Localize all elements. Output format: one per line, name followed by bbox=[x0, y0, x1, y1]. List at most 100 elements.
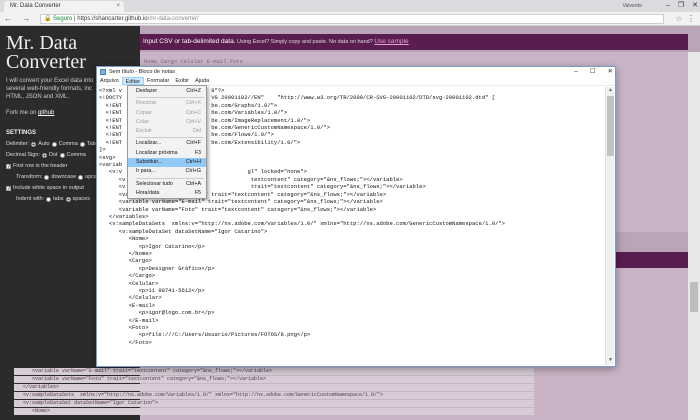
delimiter-comma-radio[interactable] bbox=[51, 141, 57, 147]
notepad-text-line: <p>Igor Catarino</p> bbox=[99, 242, 205, 250]
notepad-text-line: <Celular> bbox=[99, 279, 159, 287]
delimiter-comma-label: Comma bbox=[58, 141, 78, 147]
edit-menu-item-shortcut: F3 bbox=[194, 149, 201, 156]
transform-downcase-radio[interactable] bbox=[44, 174, 50, 180]
transform-downcase-label: downcase bbox=[51, 174, 77, 180]
tab-close-icon[interactable]: × bbox=[116, 1, 120, 12]
browser-tab[interactable]: Mr. Data Converter × bbox=[4, 1, 124, 12]
notepad-text-line: </variables> bbox=[99, 212, 149, 220]
notepad-text-line: </Cargo> bbox=[99, 272, 156, 280]
edit-menu-item-label: Copiar bbox=[136, 109, 152, 116]
edit-menu-item-shortcut: Del bbox=[193, 128, 201, 135]
menu-separator bbox=[136, 97, 204, 99]
menu-ajuda[interactable]: Ajuda bbox=[192, 77, 212, 85]
edit-menu-item-shortcut: Ctrl+X bbox=[186, 100, 201, 107]
output-code-line: <v:sampleDataSets xmlns:v="http://ns.ado… bbox=[14, 392, 534, 399]
menu-exibir[interactable]: Exibir bbox=[172, 77, 192, 85]
transform-upcase-radio[interactable] bbox=[78, 174, 84, 180]
indent-tabs-radio[interactable] bbox=[46, 196, 52, 202]
notepad-text-line: <Nome> bbox=[99, 235, 149, 243]
edit-menu-item[interactable]: Localizar próxima F3 bbox=[128, 149, 206, 158]
first-row-header-checkbox[interactable]: ✓ bbox=[6, 163, 11, 169]
notepad-text-line: <variable varName="Foto" trait="textcont… bbox=[99, 205, 377, 213]
output-code-line: </variables> bbox=[14, 384, 534, 391]
decimal-comma-radio[interactable] bbox=[59, 152, 65, 158]
close-icon[interactable]: ✕ bbox=[692, 0, 698, 12]
indent-spaces-radio[interactable] bbox=[65, 196, 71, 202]
decimal-dot-radio[interactable] bbox=[41, 152, 47, 158]
edit-menu-item: Colar Ctrl+V bbox=[128, 118, 206, 127]
edit-menu-item[interactable]: Ir para... Ctrl+G bbox=[128, 167, 206, 176]
notepad-scrollbar[interactable]: ▲ ▼ bbox=[605, 87, 614, 365]
edit-menu-item[interactable]: Localizar... Ctrl+F bbox=[128, 139, 206, 148]
edit-menu-item-shortcut: Ctrl+C bbox=[185, 109, 201, 116]
delimiter-auto-radio[interactable] bbox=[31, 141, 37, 147]
edit-menu-item-shortcut: Ctrl+F bbox=[186, 140, 201, 147]
notepad-text-line: <p>11 98741-5612</p> bbox=[99, 286, 205, 294]
edit-menu-item[interactable]: Desfazer Ctrl+Z bbox=[128, 87, 206, 96]
tab-title: Mr. Data Converter bbox=[10, 3, 61, 9]
scroll-up-icon[interactable]: ▲ bbox=[606, 87, 615, 95]
menu-editar[interactable]: Editar bbox=[121, 77, 145, 85]
url-host: https://shancarter.github.io bbox=[77, 16, 148, 22]
include-whitespace-label: Include white space in output bbox=[13, 185, 84, 191]
use-sample-link[interactable]: Use sample bbox=[374, 38, 408, 45]
delimiter-auto-label: Auto bbox=[38, 141, 50, 147]
menu-formatar[interactable]: Formatar bbox=[144, 77, 172, 85]
profile-name[interactable]: Valverde bbox=[623, 1, 642, 11]
edit-menu-item-shortcut: Ctrl+A bbox=[186, 180, 201, 187]
minimize-icon[interactable]: – bbox=[666, 0, 670, 12]
edit-menu-item-label: Ir para... bbox=[136, 168, 156, 175]
github-link[interactable]: github bbox=[38, 110, 54, 116]
delimiter-tab-radio[interactable] bbox=[79, 141, 85, 147]
url-field[interactable]: 🔒 Seguro | https://shancarter.github.io/… bbox=[40, 14, 664, 24]
edit-menu-item[interactable]: Substituir... Ctrl+H bbox=[128, 158, 206, 168]
notepad-close-icon[interactable]: ✕ bbox=[608, 67, 613, 77]
input-header: Input CSV or tab-delimited data. Using E… bbox=[140, 34, 688, 50]
decimal-comma-label: Comma bbox=[66, 152, 86, 158]
output-code: <variable varName="E-mail" trait="textco… bbox=[14, 368, 534, 416]
fork-prefix: Fork me on bbox=[6, 110, 39, 116]
notepad-title: Sem título - Bloco de notas bbox=[109, 69, 176, 75]
indent-tabs-label: tabs bbox=[53, 196, 64, 202]
output-code-line: <variable varName="Foto" trait="textcont… bbox=[14, 376, 534, 383]
notepad-text-line: <Foto> bbox=[99, 324, 149, 331]
edit-dropdown-menu: Desfazer Ctrl+Z Recortar Ctrl+X Copiar Ctrl+C… bbox=[127, 85, 207, 199]
notepad-text-line: <p>Designer Gráfico</p> bbox=[99, 264, 215, 272]
window-controls: – ❐ ✕ bbox=[666, 0, 698, 12]
transform-label: Transform: bbox=[16, 174, 43, 180]
page-scroll-thumb[interactable] bbox=[690, 282, 698, 312]
edit-menu-item-shortcut: Ctrl+H bbox=[185, 159, 201, 166]
decimal-dot-label: Dot bbox=[48, 152, 58, 158]
notepad-text-line: </E-mail> bbox=[99, 316, 159, 324]
decimal-label: Decimal Sign: bbox=[6, 152, 40, 158]
edit-menu-item-shortcut: Ctrl+Z bbox=[186, 88, 201, 94]
edit-menu-item-label: Recortar bbox=[136, 100, 157, 107]
edit-menu-item[interactable]: Selecionar tudo Ctrl+A bbox=[128, 180, 206, 189]
scroll-down-icon[interactable]: ▼ bbox=[606, 357, 615, 365]
notepad-text-line: <Cargo> bbox=[99, 257, 152, 265]
edit-menu-item-shortcut: F5 bbox=[194, 189, 201, 196]
notepad-text-line: <p>file:///C:/Users/Usuario/Pictures/FOT… bbox=[99, 331, 311, 339]
browser-menu-icon[interactable]: ⋮ bbox=[687, 14, 695, 23]
page-scrollbar[interactable] bbox=[688, 52, 700, 420]
notepad-scroll-thumb[interactable] bbox=[607, 96, 614, 156]
edit-menu-item-label: Substituir... bbox=[136, 159, 163, 166]
input-header-sub: Using Excel? Simply copy and paste. No d… bbox=[235, 39, 375, 45]
first-row-header-label: First row is the header bbox=[13, 163, 68, 169]
edit-menu-item-label: Hora/data bbox=[136, 189, 160, 196]
menu-arquivo[interactable]: Arquivo bbox=[97, 77, 122, 85]
bookmark-star-icon[interactable]: ☆ bbox=[676, 15, 682, 23]
edit-menu-item[interactable]: Hora/data F5 bbox=[128, 189, 206, 198]
edit-menu-item-label: Colar bbox=[136, 118, 149, 125]
secure-label: Seguro bbox=[53, 16, 73, 22]
notepad-text-line: <v:sampleDataSets xmlns:v="http://ns.ado… bbox=[99, 220, 505, 228]
indent-label: Indent with: bbox=[16, 196, 45, 202]
notepad-minimize-icon[interactable]: – bbox=[574, 67, 578, 77]
edit-menu-item-label: Localizar... bbox=[136, 140, 162, 147]
maximize-icon[interactable]: ❐ bbox=[678, 0, 684, 12]
include-whitespace-checkbox[interactable]: ✓ bbox=[6, 185, 11, 191]
notepad-maximize-icon[interactable]: ☐ bbox=[590, 67, 596, 77]
output-code-line: <variable varName="E-mail" trait="textco… bbox=[14, 368, 534, 375]
notepad-titlebar[interactable]: Sem título - Bloco de notas – ☐ ✕ bbox=[97, 67, 615, 77]
